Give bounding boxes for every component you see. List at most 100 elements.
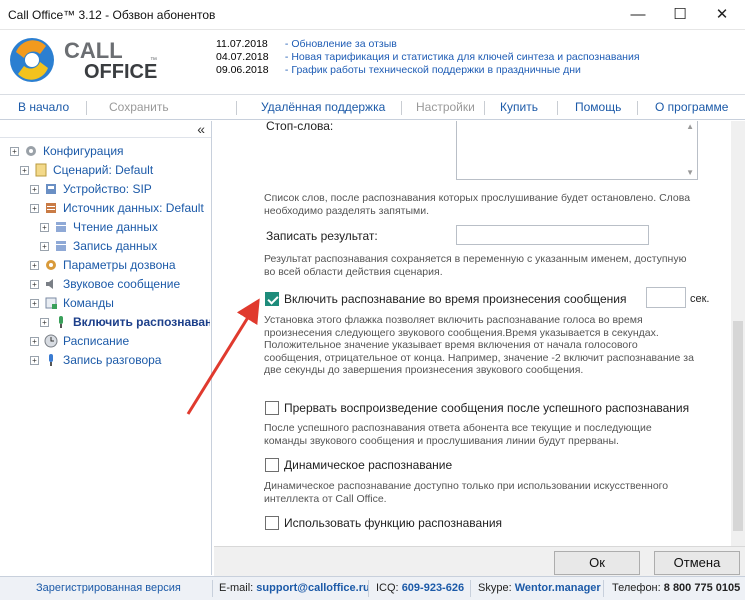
expand-icon[interactable]: + [40, 223, 49, 232]
menu-settings[interactable]: Настройки [416, 100, 475, 114]
stopwords-label: Стоп-слова: [266, 121, 334, 133]
status-separator [603, 580, 604, 597]
menu-separator [86, 101, 87, 115]
header: CALL OFFICE ™ 11.07.2018 - Обновление за… [0, 30, 745, 88]
menu-save[interactable]: Сохранить [109, 100, 169, 114]
logo-tm: ™ [150, 57, 157, 64]
tree-item-label: Команды [63, 296, 114, 310]
tree-item-configuration[interactable]: + Конфигурация [10, 143, 210, 161]
tree-item-scenario[interactable]: + Сценарий: Default [20, 162, 210, 180]
skype-link[interactable]: Wentor.manager [515, 582, 601, 594]
tree-item-schedule[interactable]: + Расписание [30, 333, 210, 351]
sidebar-tree: « + Конфигурация + Сценарий: Default + У… [0, 121, 212, 575]
interrupt-playback-label[interactable]: Прервать воспроизведение сообщения после… [284, 401, 689, 415]
expand-icon[interactable]: + [30, 337, 39, 346]
expand-icon[interactable]: + [30, 280, 39, 289]
microphone-icon [54, 315, 68, 329]
gear-icon [44, 258, 58, 272]
tree-item-label: Параметры дозвона [63, 258, 176, 272]
tree-item-label: Сценарий: Default [53, 163, 154, 177]
maximize-button[interactable]: ☐ [668, 4, 692, 26]
status-separator [212, 580, 213, 597]
news-link[interactable]: Новая тарификация и статистика для ключе… [291, 51, 639, 63]
menu-home[interactable]: В начало [18, 100, 69, 114]
menu-bar: В начало Сохранить Удалённая поддержка Н… [0, 94, 745, 120]
email-link[interactable]: support@calloffice.ru [256, 582, 369, 594]
database-icon [44, 201, 58, 215]
registered-version-status: Зарегистрированная версия [36, 582, 181, 594]
expand-icon[interactable]: + [30, 261, 39, 270]
tree-item-label: Запись данных [73, 239, 158, 253]
expand-icon[interactable]: + [10, 147, 19, 156]
close-button[interactable]: ✕ [710, 4, 734, 26]
settings-panel: Стоп-слова: ▲ ▼ Список слов, после распо… [214, 121, 745, 546]
use-function-label[interactable]: Использовать функцию распознавания [284, 516, 502, 530]
tree-item-label: Чтение данных [73, 220, 158, 234]
write-result-input[interactable] [456, 225, 649, 245]
expand-icon[interactable]: + [30, 356, 39, 365]
vertical-scrollbar[interactable] [731, 121, 745, 546]
use-function-checkbox[interactable] [265, 516, 279, 530]
tree-item-write-data[interactable]: + Запись данных [40, 238, 210, 256]
interrupt-playback-help: После успешного распознавания ответа або… [264, 422, 652, 447]
menu-separator [401, 101, 402, 115]
tree-item-data-source[interactable]: + Источник данных: Default [30, 200, 210, 218]
enable-recognition-checkbox[interactable] [265, 292, 279, 306]
tree-item-label: Запись разговора [63, 353, 162, 367]
tree-item-device[interactable]: + Устройство: SIP [30, 181, 210, 199]
expand-icon[interactable]: + [40, 318, 49, 327]
tree-item-sound-message[interactable]: + Звуковое сообщение [30, 276, 210, 294]
expand-icon[interactable]: + [30, 204, 39, 213]
expand-icon[interactable]: + [40, 242, 49, 251]
enable-recognition-label[interactable]: Включить распознавание во время произнес… [284, 292, 626, 306]
news-date: 09.06.2018 [216, 64, 269, 76]
gear-icon [24, 144, 38, 158]
expand-icon[interactable]: + [20, 166, 29, 175]
menu-remote-support[interactable]: Удалённая поддержка [261, 100, 385, 114]
title-bar: Call Office™ 3.12 - Обзвон абонентов — ☐… [0, 0, 745, 30]
phone-status: Телефон: 8 800 775 0105 [612, 582, 741, 594]
tree-item-call-recording[interactable]: + Запись разговора [30, 352, 210, 370]
expand-icon[interactable]: + [30, 299, 39, 308]
microphone-icon [44, 353, 58, 367]
status-separator [470, 580, 471, 597]
news-link[interactable]: Обновление за отзыв [291, 38, 396, 50]
dynamic-recognition-label[interactable]: Динамическое распознавание [284, 458, 452, 472]
tree-item-read-data[interactable]: + Чтение данных [40, 219, 210, 237]
call-office-logo: CALL OFFICE ™ [6, 32, 206, 86]
news-date: 11.07.2018 [216, 38, 268, 50]
cancel-button[interactable]: Отмена [654, 551, 740, 575]
tree-item-dial-params[interactable]: + Параметры дозвона [30, 257, 210, 275]
table-icon [54, 220, 68, 234]
commands-icon [44, 296, 58, 310]
icq-status: ICQ: 609-923-626 [376, 582, 465, 594]
news-item: 11.07.2018 - Обновление за отзыв [216, 38, 397, 50]
news-link[interactable]: График работы технической поддержки в пр… [291, 64, 581, 76]
expand-icon[interactable]: + [30, 185, 39, 194]
minimize-button[interactable]: — [626, 4, 650, 26]
menu-about[interactable]: О программе [655, 100, 728, 114]
news-item: 04.07.2018 - Новая тарификация и статист… [216, 51, 640, 63]
menu-buy[interactable]: Купить [500, 100, 538, 114]
stopwords-textarea[interactable]: ▲ ▼ [456, 121, 698, 180]
dynamic-recognition-checkbox[interactable] [265, 458, 279, 472]
menu-help[interactable]: Помощь [575, 100, 621, 114]
tree-item-label: Расписание [63, 334, 130, 348]
scrollbar-thumb[interactable] [733, 321, 743, 531]
tree-item-commands[interactable]: + Команды [30, 295, 210, 313]
news-item: 09.06.2018 - График работы технической п… [216, 64, 581, 76]
tree-item-label: Звуковое сообщение [63, 277, 181, 291]
collapse-sidebar-button[interactable]: « [197, 121, 205, 137]
tree-item-label: Включить распознавание [73, 315, 210, 329]
dynamic-recognition-help: Динамическое распознавание доступно толь… [264, 480, 669, 505]
menu-separator [557, 101, 558, 115]
icq-link[interactable]: 609-923-626 [402, 582, 464, 594]
menu-separator [637, 101, 638, 115]
clock-icon [44, 334, 58, 348]
ok-button[interactable]: Ок [554, 551, 640, 575]
write-result-label: Записать результат: [266, 229, 378, 243]
tree-item-enable-recognition[interactable]: + Включить распознавание [40, 314, 210, 332]
seconds-input[interactable] [646, 287, 686, 308]
news-list: 11.07.2018 - Обновление за отзыв 04.07.2… [216, 38, 736, 77]
interrupt-playback-checkbox[interactable] [265, 401, 279, 415]
